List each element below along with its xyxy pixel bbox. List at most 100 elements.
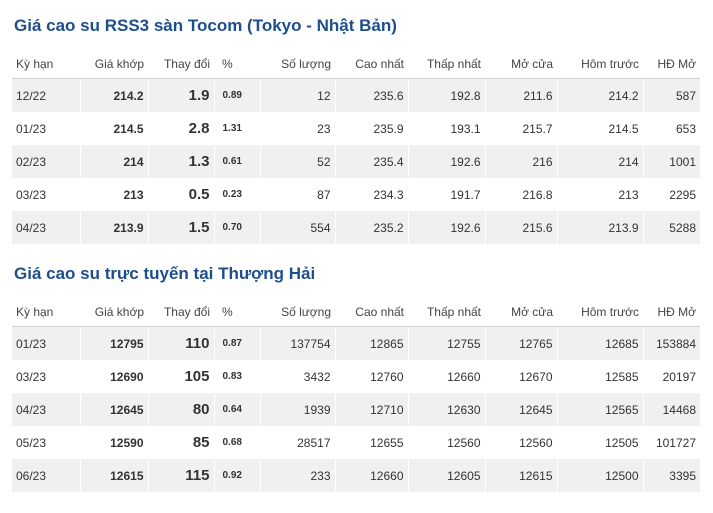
table-row: 02/23 214 1.3 0.61 52 235.4 192.6 216 214 1001 bbox=[12, 145, 700, 178]
cell-volume: 1939 bbox=[259, 393, 335, 426]
cell-previous: 12505 bbox=[556, 426, 643, 459]
cell-open-interest: 5288 bbox=[642, 211, 700, 244]
cell-percent: 0.23 bbox=[213, 178, 260, 211]
cell-previous: 214.5 bbox=[556, 112, 643, 145]
cell-previous: 213.9 bbox=[556, 211, 643, 244]
cell-open-interest: 3395 bbox=[642, 459, 700, 492]
column-header-open: Mở cửa bbox=[485, 298, 557, 327]
cell-high: 12655 bbox=[334, 426, 408, 459]
cell-high: 235.9 bbox=[334, 112, 408, 145]
column-header-open-interest: HĐ Mở bbox=[643, 50, 700, 79]
cell-term: 01/23 bbox=[12, 326, 80, 360]
cell-open: 216 bbox=[484, 145, 557, 178]
cell-volume: 52 bbox=[259, 145, 335, 178]
cell-price: 213.9 bbox=[79, 211, 148, 244]
cell-high: 235.6 bbox=[334, 78, 408, 112]
cell-change: 105 bbox=[147, 360, 214, 393]
cell-term: 03/23 bbox=[12, 360, 80, 393]
table-row: 03/23 213 0.5 0.23 87 234.3 191.7 216.8 213 2295 bbox=[12, 178, 700, 211]
cell-open: 211.6 bbox=[484, 78, 557, 112]
cell-price: 12690 bbox=[79, 360, 148, 393]
cell-low: 12630 bbox=[407, 393, 485, 426]
cell-previous: 12685 bbox=[556, 326, 643, 360]
shanghai-section-title: Giá cao su trực tuyến tại Thượng Hải bbox=[14, 264, 316, 283]
cell-open-interest: 653 bbox=[642, 112, 700, 145]
table-row: 06/23 12615 115 0.92 233 12660 12605 12615 12500… bbox=[12, 459, 700, 492]
column-header-term: Kỳ hạn bbox=[12, 50, 80, 79]
cell-open-interest: 20197 bbox=[642, 360, 700, 393]
column-header-high: Cao nhất bbox=[335, 50, 408, 79]
column-header-previous: Hôm trước bbox=[557, 298, 643, 327]
cell-percent: 0.64 bbox=[213, 393, 260, 426]
tocom-price-table: Kỳ hạn Giá khớp Thay đổi% Số lượng Cao nhất T… bbox=[12, 50, 700, 244]
cell-open-interest: 587 bbox=[642, 78, 700, 112]
cell-volume: 3432 bbox=[259, 360, 335, 393]
column-header-low: Thấp nhất bbox=[408, 298, 485, 327]
cell-high: 12710 bbox=[334, 393, 408, 426]
column-header-low: Thấp nhất bbox=[408, 50, 485, 79]
cell-volume: 554 bbox=[259, 211, 335, 244]
cell-high: 12660 bbox=[334, 459, 408, 492]
cell-volume: 87 bbox=[259, 178, 335, 211]
cell-percent: 0.61 bbox=[213, 145, 260, 178]
cell-open: 216.8 bbox=[484, 178, 557, 211]
cell-price: 213 bbox=[79, 178, 148, 211]
cell-open: 12615 bbox=[484, 459, 557, 492]
cell-low: 192.6 bbox=[407, 211, 485, 244]
cell-percent: 0.68 bbox=[213, 426, 260, 459]
column-header-open: Mở cửa bbox=[485, 50, 557, 79]
column-header-price: Giá khớp bbox=[80, 298, 148, 327]
cell-price: 214.5 bbox=[79, 112, 148, 145]
cell-percent: 1.31 bbox=[213, 112, 260, 145]
tocom-section-title: Giá cao su RSS3 sàn Tocom (Tokyo - Nhật … bbox=[14, 16, 397, 35]
cell-open-interest: 2295 bbox=[642, 178, 700, 211]
cell-change: 80 bbox=[147, 393, 214, 426]
cell-change: 110 bbox=[147, 326, 214, 360]
cell-term: 04/23 bbox=[12, 211, 80, 244]
cell-low: 193.1 bbox=[407, 112, 485, 145]
cell-percent: 0.87 bbox=[213, 326, 260, 360]
cell-low: 12755 bbox=[407, 326, 485, 360]
cell-previous: 214.2 bbox=[556, 78, 643, 112]
cell-term: 12/22 bbox=[12, 78, 80, 112]
cell-open: 215.7 bbox=[484, 112, 557, 145]
cell-change: 2.8 bbox=[147, 112, 214, 145]
column-header-percent: % bbox=[214, 298, 260, 327]
cell-term: 05/23 bbox=[12, 426, 80, 459]
cell-low: 192.8 bbox=[407, 78, 485, 112]
cell-low: 12605 bbox=[407, 459, 485, 492]
table-header-row: Kỳ hạn Giá khớp Thay đổi% Số lượng Cao nhất T… bbox=[12, 298, 700, 327]
shanghai-price-table: Kỳ hạn Giá khớp Thay đổi% Số lượng Cao nhất T… bbox=[12, 298, 700, 492]
column-header-term: Kỳ hạn bbox=[12, 298, 80, 327]
cell-high: 235.2 bbox=[334, 211, 408, 244]
cell-volume: 23 bbox=[259, 112, 335, 145]
column-header-percent: % bbox=[214, 50, 260, 79]
cell-change: 1.5 bbox=[147, 211, 214, 244]
cell-price: 214 bbox=[79, 145, 148, 178]
cell-price: 12590 bbox=[79, 426, 148, 459]
cell-previous: 12585 bbox=[556, 360, 643, 393]
column-header-change: Thay đổi bbox=[148, 298, 214, 327]
cell-percent: 0.92 bbox=[213, 459, 260, 492]
cell-term: 02/23 bbox=[12, 145, 80, 178]
cell-volume: 233 bbox=[259, 459, 335, 492]
table-row: 12/22 214.2 1.9 0.89 12 235.6 192.8 211.6 214.2 5… bbox=[12, 78, 700, 112]
cell-percent: 0.83 bbox=[213, 360, 260, 393]
cell-open-interest: 14468 bbox=[642, 393, 700, 426]
cell-price: 12795 bbox=[79, 326, 148, 360]
cell-percent: 0.89 bbox=[213, 78, 260, 112]
column-header-previous: Hôm trước bbox=[557, 50, 643, 79]
cell-low: 12560 bbox=[407, 426, 485, 459]
cell-high: 12760 bbox=[334, 360, 408, 393]
table-row: 04/23 12645 80 0.64 1939 12710 12630 12645 12565… bbox=[12, 393, 700, 426]
cell-term: 01/23 bbox=[12, 112, 80, 145]
cell-previous: 214 bbox=[556, 145, 643, 178]
column-header-high: Cao nhất bbox=[335, 298, 408, 327]
cell-high: 235.4 bbox=[334, 145, 408, 178]
table-row: 03/23 12690 105 0.83 3432 12760 12660 12670 1258… bbox=[12, 360, 700, 393]
cell-previous: 12500 bbox=[556, 459, 643, 492]
cell-change: 1.9 bbox=[147, 78, 214, 112]
table-row: 01/23 214.5 2.8 1.31 23 235.9 193.1 215.7 214.5 6… bbox=[12, 112, 700, 145]
column-header-volume: Số lượng bbox=[260, 298, 335, 327]
cell-open: 12645 bbox=[484, 393, 557, 426]
